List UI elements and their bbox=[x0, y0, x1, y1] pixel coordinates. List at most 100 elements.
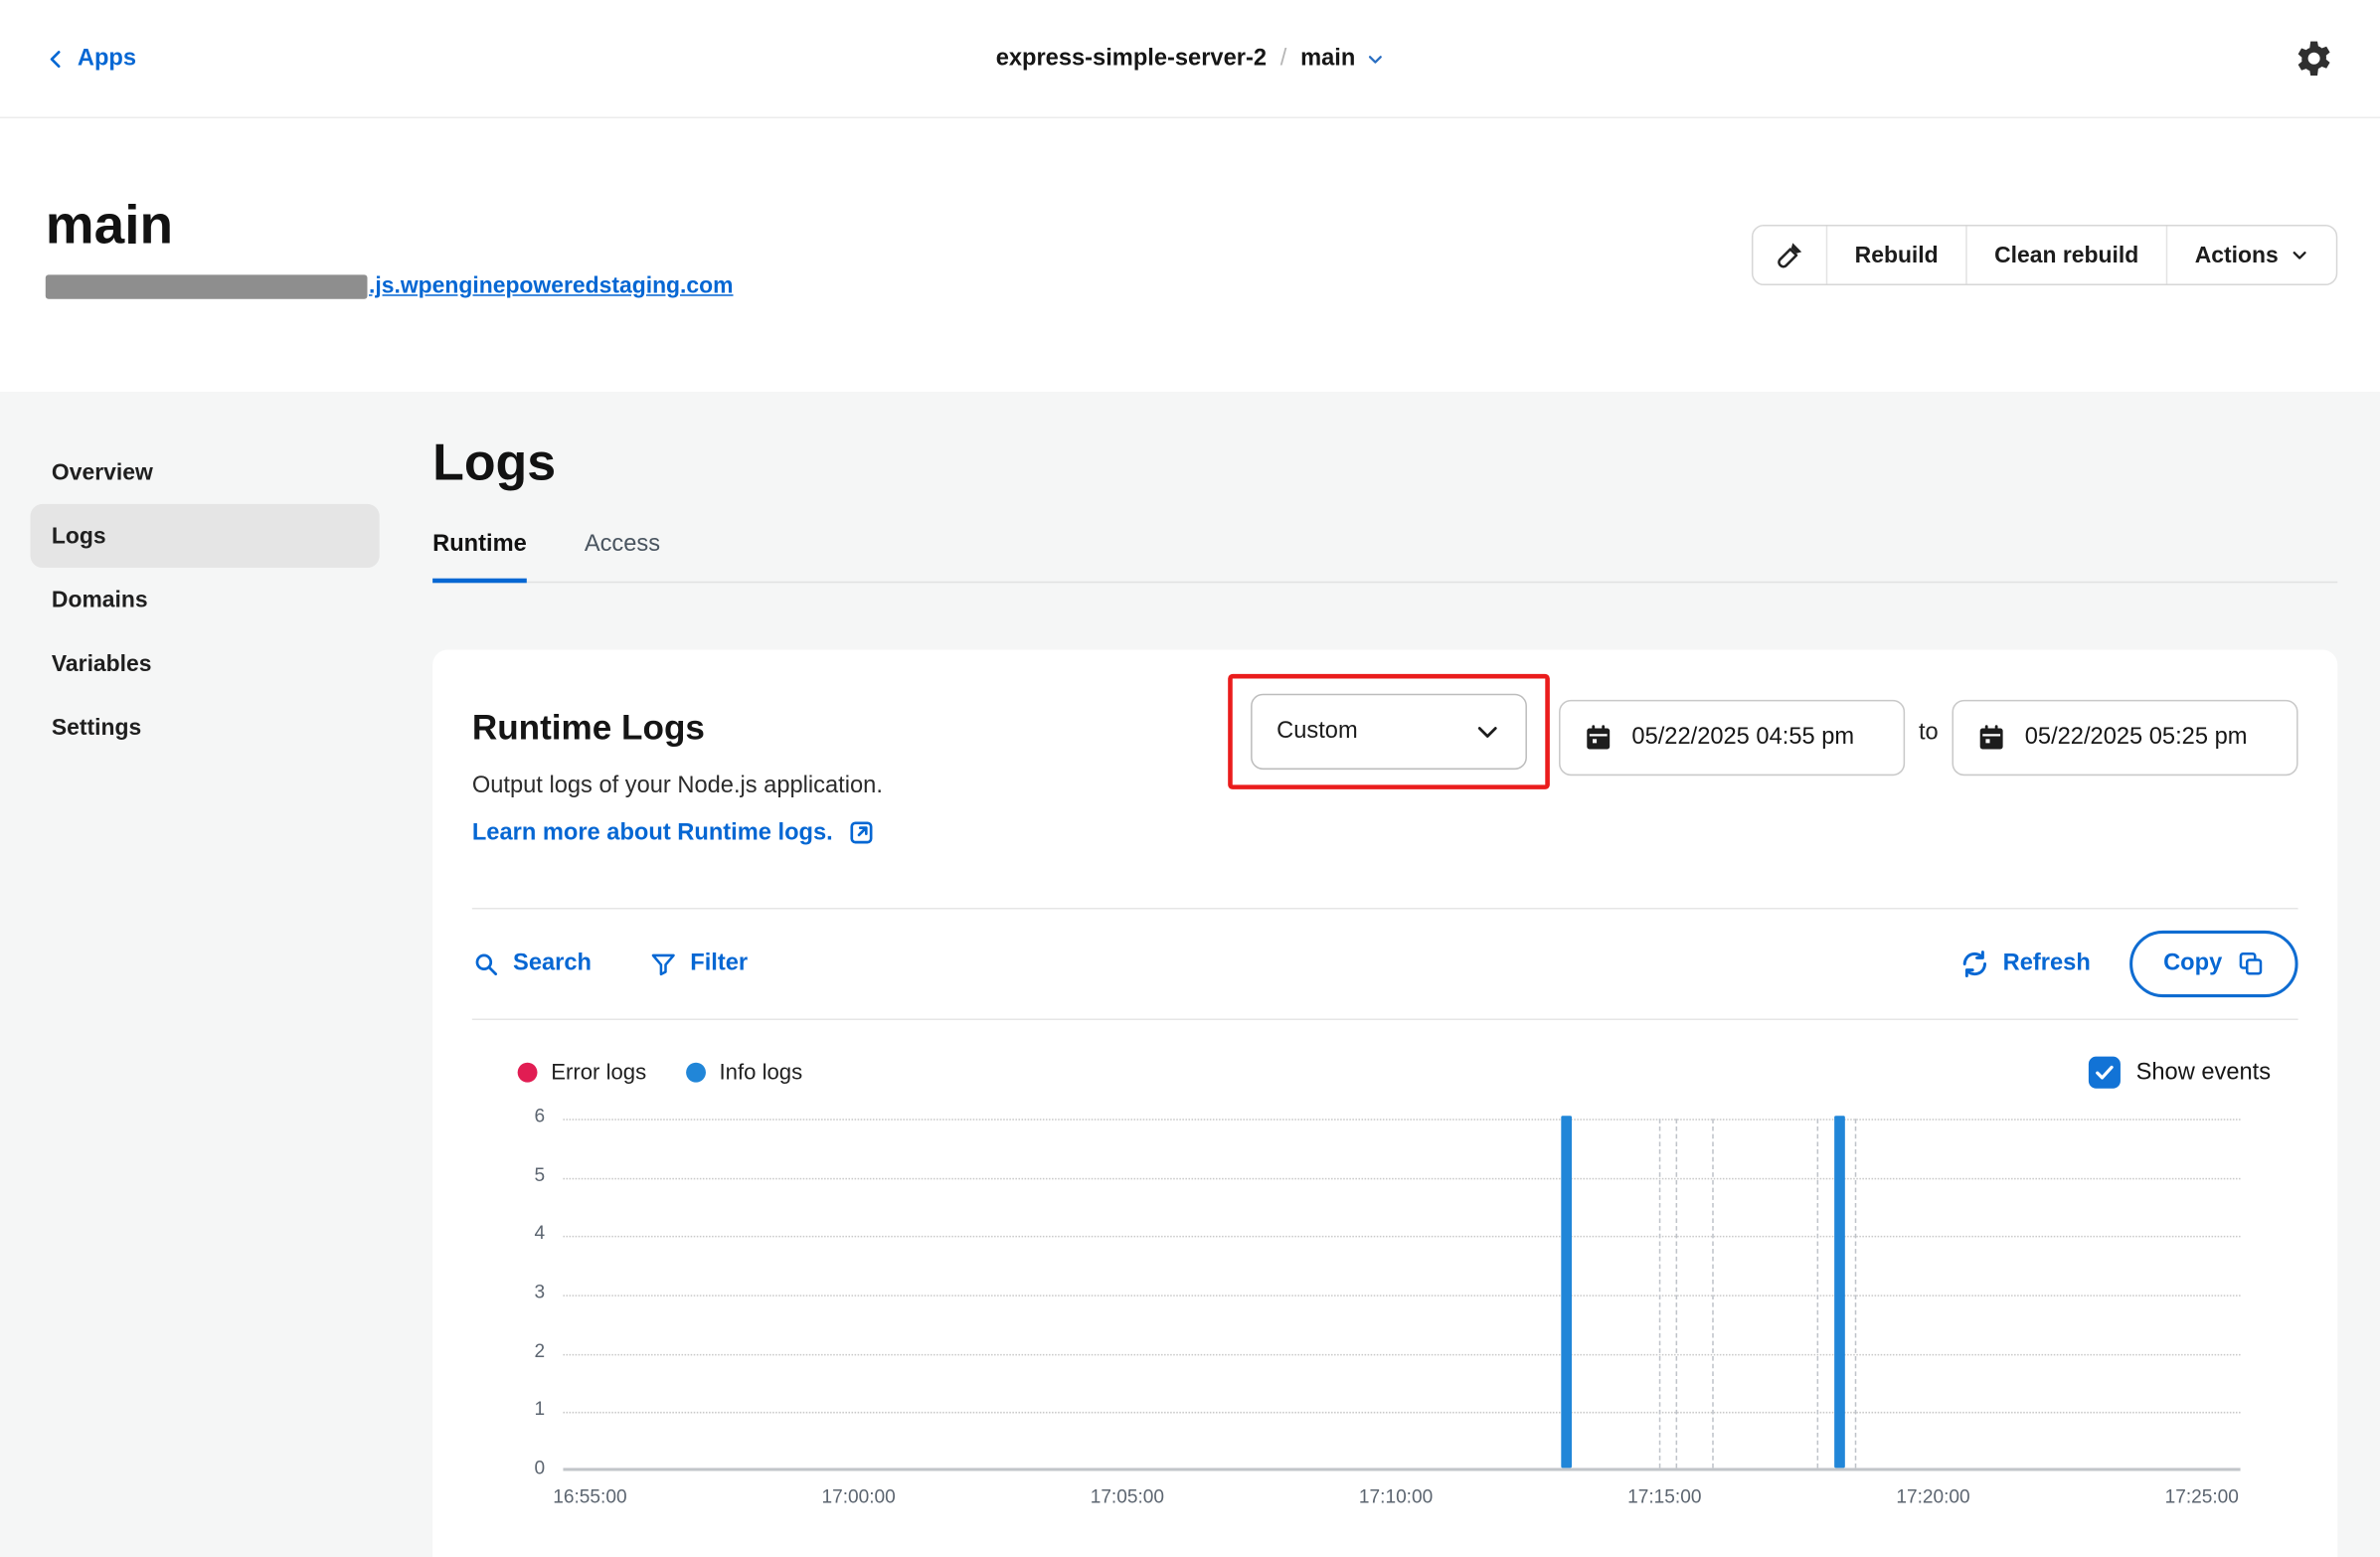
sidebar-item-domains[interactable]: Domains bbox=[31, 568, 380, 631]
search-label: Search bbox=[513, 951, 592, 977]
chart-gridline bbox=[563, 1236, 2240, 1238]
legend-item-info-logs: Info logs bbox=[686, 1060, 802, 1084]
filter-funnel-icon bbox=[649, 951, 676, 977]
chart-x-tick-label: 17:05:00 bbox=[1091, 1486, 1164, 1507]
chart-event-line bbox=[1855, 1119, 1857, 1468]
chart-controls-row: Error logs Info logs Show events bbox=[472, 1057, 2298, 1089]
gear-icon bbox=[2294, 38, 2334, 79]
card-description: Output logs of your Node.js application. bbox=[472, 773, 883, 799]
filter-button[interactable]: Filter bbox=[649, 951, 748, 977]
chart-y-tick-label: 3 bbox=[475, 1282, 545, 1302]
back-link-label: Apps bbox=[78, 45, 136, 72]
app-root: Apps express-simple-server-2 / main main… bbox=[0, 0, 2380, 1557]
page-title: Logs bbox=[432, 434, 2337, 492]
breadcrumb-separator: / bbox=[1280, 45, 1287, 72]
learn-more-label: Learn more about Runtime logs. bbox=[472, 819, 833, 846]
legend-label: Error logs bbox=[551, 1060, 646, 1084]
info-logs-dot-icon bbox=[686, 1063, 706, 1083]
clean-rebuild-button[interactable]: Clean rebuild bbox=[1965, 226, 2166, 283]
filter-label: Filter bbox=[690, 951, 748, 977]
chart-bar bbox=[1834, 1116, 1845, 1468]
chart-gridline bbox=[563, 1353, 2240, 1355]
copy-button[interactable]: Copy bbox=[2129, 931, 2297, 997]
sidebar-item-logs[interactable]: Logs bbox=[31, 504, 380, 568]
rebuild-button[interactable]: Rebuild bbox=[1826, 226, 1965, 283]
legend-label: Info logs bbox=[719, 1060, 802, 1084]
time-range-select[interactable]: Custom bbox=[1251, 694, 1527, 770]
chart-y-tick-label: 0 bbox=[475, 1458, 545, 1478]
chevron-down-icon bbox=[1366, 50, 1384, 68]
checkbox-checked-icon bbox=[2089, 1057, 2121, 1089]
logs-page: Logs Runtime Access Runtime Logs Output … bbox=[432, 392, 2337, 1557]
runtime-logs-header: Runtime Logs Output logs of your Node.js… bbox=[472, 674, 2298, 890]
chart-event-line bbox=[1676, 1119, 1678, 1468]
chart-x-tick-label: 17:00:00 bbox=[821, 1486, 895, 1507]
calendar-icon bbox=[1976, 723, 2007, 754]
chevron-down-icon bbox=[1474, 718, 1501, 745]
environment-nav: Overview Logs Domains Variables Settings bbox=[31, 392, 380, 1557]
date-range-to-label: to bbox=[1919, 720, 1939, 747]
search-button[interactable]: Search bbox=[472, 951, 592, 977]
settings-gear-button[interactable] bbox=[2294, 38, 2334, 79]
calendar-icon bbox=[1584, 723, 1615, 754]
chart-event-line bbox=[1659, 1119, 1661, 1468]
broom-button[interactable] bbox=[1753, 226, 1825, 283]
chart-event-line bbox=[1816, 1119, 1818, 1468]
chart-y-tick-label: 4 bbox=[475, 1223, 545, 1244]
external-link-icon bbox=[847, 818, 876, 847]
refresh-label: Refresh bbox=[2003, 951, 2091, 977]
logs-toolbar: Search Filter Refresh bbox=[472, 910, 2298, 1019]
chart-x-tick-label: 16:55:00 bbox=[553, 1486, 626, 1507]
broom-icon bbox=[1775, 240, 1805, 270]
error-logs-dot-icon bbox=[518, 1063, 538, 1083]
search-icon bbox=[472, 951, 499, 977]
chart-y-tick-label: 5 bbox=[475, 1164, 545, 1185]
sidebar-item-overview[interactable]: Overview bbox=[31, 440, 380, 504]
chart-y-tick-label: 1 bbox=[475, 1399, 545, 1420]
chart-x-tick-label: 17:10:00 bbox=[1359, 1486, 1433, 1507]
date-to-value: 05/22/2025 05:25 pm bbox=[2025, 724, 2248, 751]
date-to-field[interactable]: 05/22/2025 05:25 pm bbox=[1952, 700, 2297, 776]
toolbar-right: Refresh Copy bbox=[1958, 931, 2297, 997]
show-events-checkbox[interactable]: Show events bbox=[2089, 1057, 2271, 1089]
breadcrumb-environment: main bbox=[1300, 45, 1355, 72]
chart-x-tick-label: 17:20:00 bbox=[1896, 1486, 1969, 1507]
redacted-url-segment bbox=[46, 274, 368, 298]
chart-y-tick-label: 6 bbox=[475, 1106, 545, 1126]
time-range-controls: Custom 05/22/2025 04:55 pm bbox=[1228, 674, 2297, 789]
time-range-value: Custom bbox=[1276, 718, 1358, 745]
copy-label: Copy bbox=[2163, 951, 2222, 977]
chart-legend: Error logs Info logs bbox=[518, 1060, 803, 1084]
environment-url-link[interactable]: .js.wpenginepoweredstaging.com bbox=[46, 273, 734, 299]
date-from-field[interactable]: 05/22/2025 04:55 pm bbox=[1559, 700, 1905, 776]
top-bar: Apps express-simple-server-2 / main bbox=[0, 0, 2380, 118]
chart-event-line bbox=[1713, 1119, 1715, 1468]
chart-bar bbox=[1561, 1116, 1572, 1468]
divider bbox=[472, 1018, 2298, 1020]
chart-x-tick-label: 17:15:00 bbox=[1627, 1486, 1701, 1507]
date-from-value: 05/22/2025 04:55 pm bbox=[1631, 724, 1854, 751]
chart-plot: 012345616:55:0017:00:0017:05:0017:10:001… bbox=[563, 1119, 2240, 1470]
learn-more-link[interactable]: Learn more about Runtime logs. bbox=[472, 818, 876, 847]
environment-switcher[interactable]: main bbox=[1300, 45, 1384, 72]
actions-menu-button[interactable]: Actions bbox=[2166, 226, 2336, 283]
logs-tabs: Runtime Access bbox=[432, 531, 2337, 583]
breadcrumb-app-name: express-simple-server-2 bbox=[996, 45, 1267, 72]
tab-access[interactable]: Access bbox=[585, 531, 660, 581]
breadcrumb: express-simple-server-2 / main bbox=[996, 45, 1385, 72]
actions-menu-label: Actions bbox=[2195, 243, 2279, 268]
tab-runtime[interactable]: Runtime bbox=[432, 531, 527, 583]
chart-gridline bbox=[563, 1119, 2240, 1121]
environment-url-suffix: .js.wpenginepoweredstaging.com bbox=[369, 273, 734, 299]
refresh-button[interactable]: Refresh bbox=[1958, 949, 2090, 979]
runtime-logs-chart: 012345616:55:0017:00:0017:05:0017:10:001… bbox=[472, 1119, 2298, 1470]
annotation-highlight: Custom bbox=[1228, 674, 1550, 789]
back-to-apps-link[interactable]: Apps bbox=[46, 45, 136, 72]
chart-y-tick-label: 2 bbox=[475, 1340, 545, 1361]
runtime-logs-intro: Runtime Logs Output logs of your Node.js… bbox=[472, 707, 883, 846]
chart-gridline bbox=[563, 1177, 2240, 1179]
sidebar-item-variables[interactable]: Variables bbox=[31, 631, 380, 695]
sidebar-item-settings[interactable]: Settings bbox=[31, 695, 380, 759]
chevron-down-icon bbox=[2291, 246, 2308, 263]
chart-x-tick-label: 17:25:00 bbox=[2165, 1486, 2239, 1507]
